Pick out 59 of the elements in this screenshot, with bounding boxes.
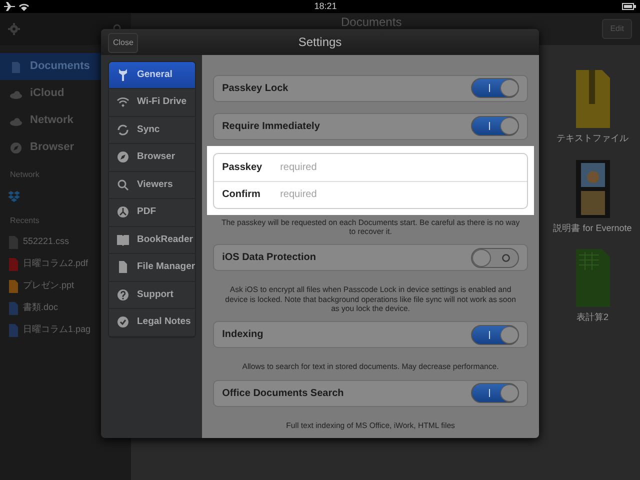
toggle-switch[interactable] [471, 78, 519, 98]
sync-icon [117, 124, 129, 136]
file-name[interactable]: 日曜コラム2.pdf [23, 257, 88, 271]
settings-menu-item[interactable]: Viewers [109, 172, 196, 200]
setting-label: Passkey Lock [222, 82, 288, 96]
file-name[interactable]: 日曜コラム1.pag [23, 323, 91, 337]
battery-icon [622, 3, 636, 10]
toggle-switch[interactable] [471, 383, 519, 404]
wrench-icon [117, 68, 129, 81]
setting-label: Require Immediately [222, 120, 320, 134]
file-icon [8, 280, 19, 292]
view-title: Documents [341, 14, 402, 31]
file-name[interactable]: 書類.doc [23, 301, 58, 315]
wifi-icon [117, 96, 129, 108]
status-time: 18:21 [314, 0, 337, 13]
section-heading: Recents [10, 215, 40, 227]
book-icon [117, 234, 129, 246]
document-icon [117, 261, 129, 274]
airplane-icon [4, 2, 15, 11]
file-name[interactable]: 説明書 for Evernote [553, 222, 632, 235]
zip-file-icon[interactable] [576, 70, 610, 128]
toggle-switch[interactable] [471, 324, 519, 345]
file-name[interactable]: プレゼン.ppt [23, 279, 74, 293]
file-name[interactable]: 552221.css [23, 235, 70, 249]
close-button[interactable]: Close [108, 33, 138, 53]
compass-icon [117, 151, 129, 164]
dropbox-icon[interactable] [8, 190, 20, 202]
setting-label: Office Documents Search [222, 386, 344, 401]
section-heading: Network [10, 169, 40, 181]
pdf-icon [8, 258, 19, 270]
input-field[interactable]: required [280, 187, 430, 202]
file-icon [8, 324, 19, 336]
dialog-title: Settings [298, 34, 342, 51]
field-label: Passkey [222, 160, 264, 175]
settings-menu-item[interactable]: BookReader [109, 226, 196, 254]
settings-menu-item[interactable]: General [109, 62, 196, 90]
field-label: Confirm [222, 188, 262, 202]
help-icon [117, 288, 129, 301]
toggle-switch[interactable] [471, 116, 519, 136]
settings-icon[interactable] [8, 23, 20, 35]
file-name[interactable]: 表計算2 [576, 311, 608, 324]
toggle-switch[interactable] [471, 248, 519, 268]
input-field[interactable]: required [280, 160, 430, 175]
checkmark-icon [117, 316, 129, 328]
video-file-icon[interactable] [576, 160, 610, 218]
setting-label: iOS Data Protection [222, 251, 316, 266]
file-icon [8, 236, 19, 248]
setting-label: Indexing [222, 328, 264, 342]
search-icon [117, 178, 129, 191]
settings-menu-item[interactable]: Sync [109, 116, 196, 144]
settings-menu-item[interactable]: Support [109, 282, 196, 310]
off-mark-icon [502, 254, 510, 262]
document-icon [10, 60, 22, 72]
wifi-icon [19, 2, 29, 10]
file-name[interactable]: テキストファイル [556, 132, 628, 146]
compass-icon [10, 142, 22, 154]
pdf-icon [117, 206, 129, 218]
file-icon [8, 302, 19, 314]
spreadsheet-file-icon[interactable] [576, 249, 610, 307]
